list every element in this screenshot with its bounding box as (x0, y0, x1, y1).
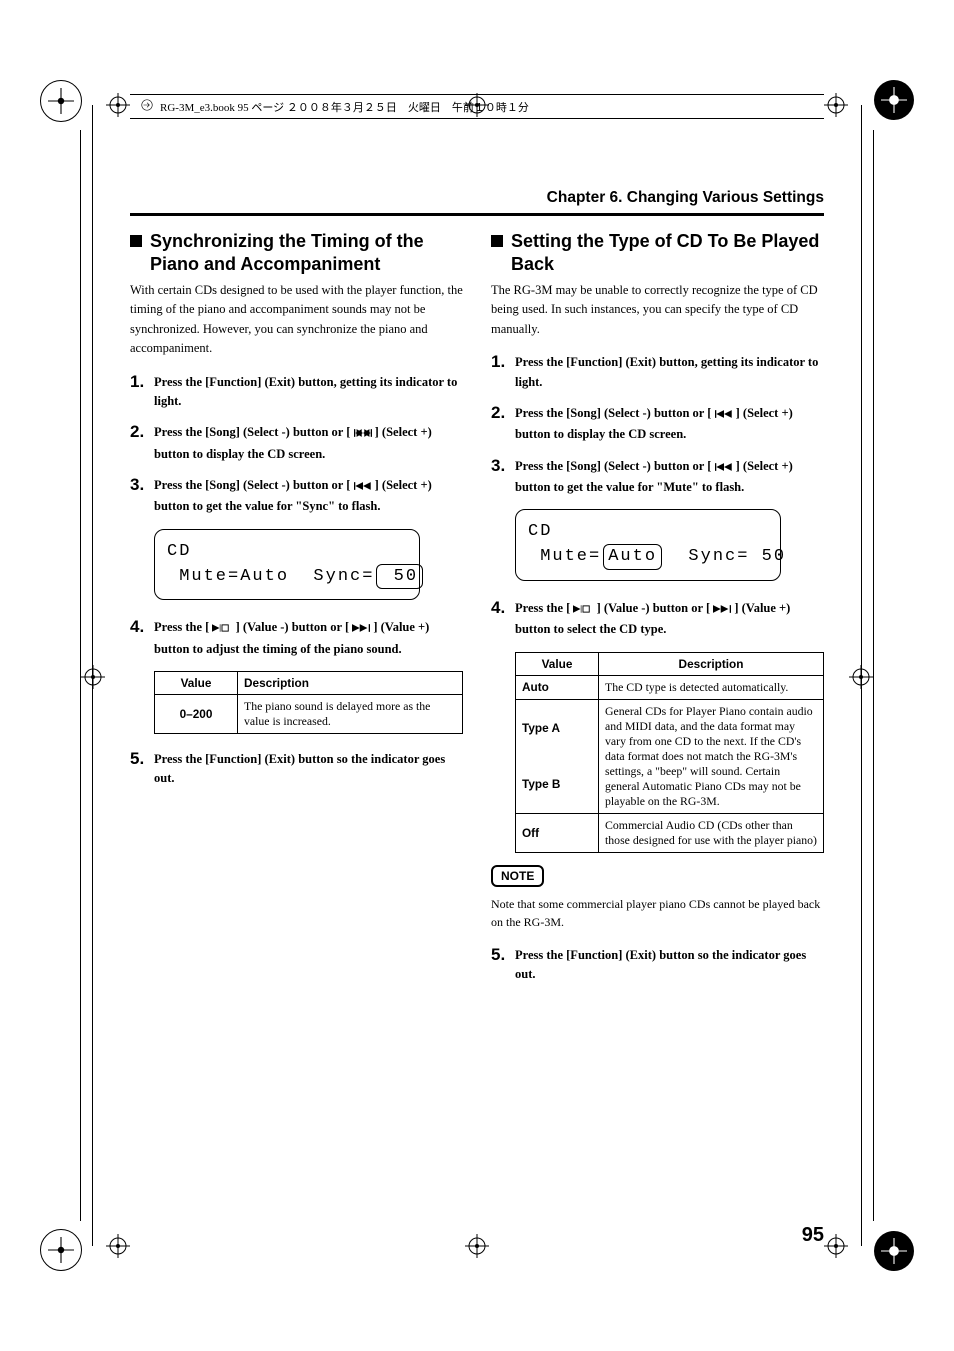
right-step-4: Press the [ ] (Value -) button or [ ] (V… (491, 599, 824, 640)
trim-line-left (80, 130, 81, 1221)
running-header-text: RG-3M_e3.book 95 ページ ２００８年３月２５日 火曜日 午前１０… (160, 99, 529, 115)
left-step-2: Press the [Song] (Select -) button or [ … (130, 423, 463, 464)
th-desc: Description (599, 652, 824, 675)
td-desc-auto: The CD type is detected automatically. (599, 675, 824, 699)
play-stop-icon (212, 620, 232, 639)
left-steps-end: Press the [Function] (Exit) button so th… (130, 750, 463, 789)
crop-mark-bl (40, 1229, 82, 1271)
right-lcd: CD Mute=Auto Sync= 50 (515, 509, 781, 581)
chapter-title: Chapter 6. Changing Various Settings (118, 189, 836, 213)
left-column: Synchronizing the Timing of the Piano an… (130, 230, 463, 997)
prev-icon (715, 406, 733, 425)
left-step-4: Press the [ ] (Value -) button or [ ] (V… (130, 618, 463, 659)
crop-mark-br (874, 1231, 914, 1271)
th-desc: Description (238, 672, 463, 695)
left-heading-text: Synchronizing the Timing of the Piano an… (150, 230, 463, 275)
right-step-5: Press the [Function] (Exit) button so th… (491, 946, 824, 985)
right-step-3: Press the [Song] (Select -) button or [ … (491, 457, 824, 498)
lcd-boxed-value: 50 (376, 564, 423, 590)
note-text: Note that some commercial player piano C… (491, 895, 824, 932)
left-lcd: CD Mute=Auto Sync= 50 (154, 529, 420, 601)
next-icon (713, 601, 731, 620)
trim-line-right-inner (861, 105, 862, 1246)
lcd-line1: CD (167, 540, 407, 564)
page-content: RG-3M_e3.book 95 ページ ２００８年３月２５日 火曜日 午前１０… (118, 94, 836, 1257)
trim-line-left-inner (92, 105, 93, 1246)
left-value-table: Value Description 0–200 The piano sound … (154, 671, 463, 734)
square-bullet-icon (491, 235, 503, 247)
running-header: RG-3M_e3.book 95 ページ ２００８年３月２５日 火曜日 午前１０… (130, 94, 824, 119)
th-value: Value (155, 672, 238, 695)
td-desc: The piano sound is delayed more as the v… (238, 695, 463, 734)
lcd-boxed-value: Auto (603, 544, 662, 570)
left-steps: Press the [Function] (Exit) button, gett… (130, 373, 463, 517)
td-value: 0–200 (155, 695, 238, 734)
page-number: 95 (802, 1224, 824, 1247)
lcd-line2: Mute=Auto Sync= 50 (167, 564, 407, 590)
td-value-auto: Auto (516, 675, 599, 699)
right-step-2: Press the [Song] (Select -) button or [ … (491, 404, 824, 445)
reg-mark-left (81, 665, 105, 689)
td-value-typeb: Type B (516, 756, 599, 813)
right-column: Setting the Type of CD To Be Played Back… (491, 230, 824, 997)
square-bullet-icon (130, 235, 142, 247)
prev-icon (354, 425, 372, 444)
left-step-3: Press the [Song] (Select -) button or [ … (130, 476, 463, 517)
td-value-off: Off (516, 813, 599, 852)
header-arrow-icon (140, 98, 154, 115)
lcd-line2: Mute=Auto Sync= 50 (528, 544, 768, 570)
left-step-1: Press the [Function] (Exit) button, gett… (130, 373, 463, 412)
left-intro: With certain CDs designed to be used wit… (130, 281, 463, 359)
right-steps: Press the [Function] (Exit) button, gett… (491, 353, 824, 497)
th-value: Value (516, 652, 599, 675)
play-stop-icon (573, 601, 593, 620)
right-heading: Setting the Type of CD To Be Played Back (491, 230, 824, 275)
next-icon (352, 620, 370, 639)
trim-line-right (873, 130, 874, 1221)
crop-mark-tr (874, 80, 914, 120)
right-intro: The RG-3M may be unable to correctly rec… (491, 281, 824, 339)
right-heading-text: Setting the Type of CD To Be Played Back (511, 230, 824, 275)
crop-mark-tl (40, 80, 82, 122)
left-step-5: Press the [Function] (Exit) button so th… (130, 750, 463, 789)
right-steps-cont: Press the [ ] (Value -) button or [ ] (V… (491, 599, 824, 640)
td-desc-type: General CDs for Player Piano contain aud… (599, 699, 824, 813)
right-steps-end: Press the [Function] (Exit) button so th… (491, 946, 824, 985)
note-label: NOTE (491, 865, 544, 887)
left-heading: Synchronizing the Timing of the Piano an… (130, 230, 463, 275)
td-desc-off: Commercial Audio CD (CDs other than thos… (599, 813, 824, 852)
lcd-line1: CD (528, 520, 768, 544)
td-value-typea: Type A (516, 699, 599, 756)
prev-icon (715, 459, 733, 478)
left-steps-cont: Press the [ ] (Value -) button or [ ] (V… (130, 618, 463, 659)
prev-icon (354, 478, 372, 497)
right-step-1: Press the [Function] (Exit) button, gett… (491, 353, 824, 392)
chapter-rule (130, 213, 824, 216)
right-value-table: Value Description Auto The CD type is de… (515, 652, 824, 853)
